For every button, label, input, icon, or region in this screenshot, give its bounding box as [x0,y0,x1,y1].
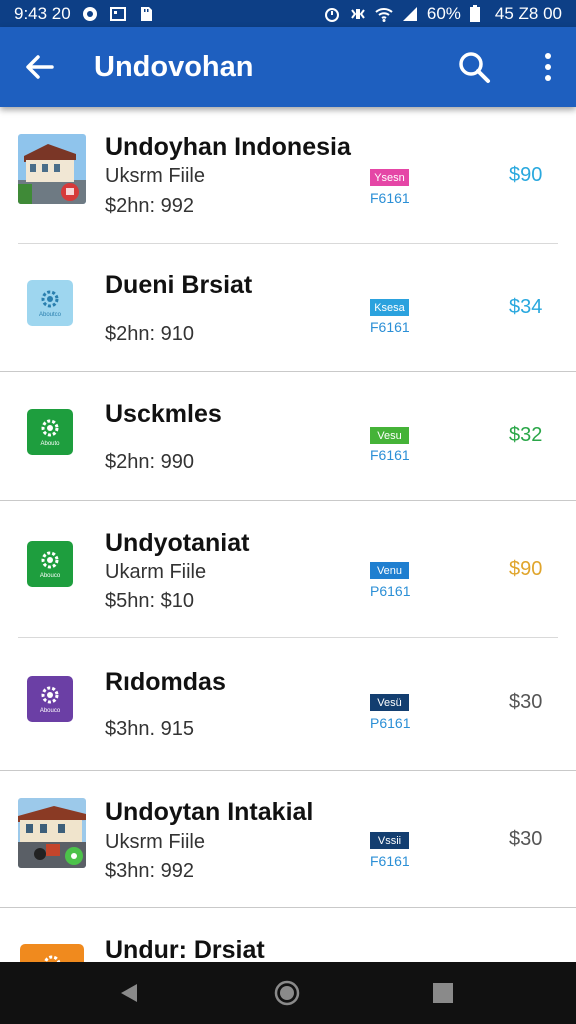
page-title: Undovohan [94,50,254,83]
gear-icon [43,955,61,962]
status-time: 9:43 20 [14,3,71,23]
item-price-line: $5hn: $10 [105,590,194,612]
vibrate-icon [349,5,367,23]
more-vert-icon [545,53,551,81]
item-amount: $30 [509,828,543,850]
item-price-line: $3hn: 992 [105,860,194,882]
back-arrow-icon [26,55,54,79]
status-badge: Vesü [370,694,409,711]
item-title: Usckmles [105,400,222,428]
search-button[interactable] [448,41,500,93]
cell-signal-icon [401,5,419,23]
app-icon: Abouco [27,676,73,722]
item-amount: $30 [509,691,543,713]
battery-percent: 60% [426,3,461,23]
app-icon: Aboutco [27,280,73,326]
item-price-line: $2hn: 990 [105,451,194,473]
triangle-back-icon [121,984,137,1002]
gear-icon [41,290,59,308]
list-item[interactable]: Abouco Rıdomdas $3hn. 915 Vesü P6161 $30 [0,638,576,771]
app-icon: Abouto [27,409,73,455]
image-notification-icon [109,5,127,23]
back-button[interactable] [0,27,80,107]
item-code: P6161 [370,583,411,599]
list-item[interactable]: Aboutco Dueni Brsiat $2hn: 910 Ksesa F61… [0,244,576,372]
battery-icon [469,4,487,23]
results-list: Undoyhan Indonesia Uksrm Fiile $2hn: 992… [0,107,576,962]
home-circle-icon [274,980,300,1006]
item-title: Undur: Drsiat [105,936,265,962]
list-item[interactable]: Undoyhan Indonesia Uksrm Fiile $2hn: 992… [0,107,576,244]
gear-icon [41,686,59,704]
item-subtitle: Uksrm Fiile [105,165,205,187]
item-price-line: $2hn: 910 [105,323,194,345]
hotel-thumbnail [18,134,86,204]
list-item[interactable]: Abouco Undyotaniat Ukarm Fiile $5hn: $10… [0,501,576,638]
item-price-line: $2hn: 992 [105,195,194,217]
wifi-icon [375,5,393,23]
street-thumbnail [18,798,86,868]
list-item[interactable]: Undoytan Intakial Uksrm Fiile $3hn: 992 … [0,771,576,908]
item-amount: $32 [509,424,543,446]
nav-home-button[interactable] [268,974,306,1012]
item-amount: $90 [509,164,543,186]
notification-circle-icon [81,5,99,23]
sd-card-icon [137,5,155,23]
status-badge: Ksesa [370,299,409,316]
item-title: Undoytan Intakial [105,798,314,826]
item-subtitle: Uksrm Fiile [105,831,205,853]
status-badge: Venu [370,562,409,579]
item-subtitle: Ukarm Fiile [105,561,207,583]
system-nav-bar [0,962,576,1024]
list-item[interactable]: Undur: Drsiat [0,908,576,962]
nav-back-button[interactable] [110,974,148,1012]
app-icon [20,944,84,962]
item-code: F6161 [370,853,410,869]
item-code: P6161 [370,715,411,731]
gear-icon [41,419,59,437]
item-code: F6161 [370,447,410,463]
search-icon [459,52,490,83]
item-title: Undoyhan Indonesia [105,133,351,161]
item-title: Dueni Brsiat [105,271,253,299]
status-badge: Ysesn [370,169,409,186]
alarm-icon [323,5,341,23]
item-code: F6161 [370,190,410,206]
square-recents-icon [433,983,453,1003]
status-badge: Vssii [370,832,409,849]
status-bar: 9:43 20 60% 45 Z8 00 [0,0,576,27]
status-badge: Vesu [370,427,409,444]
list-item[interactable]: Abouto Usckmles $2hn: 990 Vesu F6161 $32 [0,372,576,501]
status-clock-right: 45 Z8 00 [494,3,562,23]
nav-recents-button[interactable] [424,974,462,1012]
more-options-button[interactable] [522,41,574,93]
item-title: Undyotaniat [105,529,250,557]
item-code: F6161 [370,319,410,335]
item-amount: $34 [509,296,543,318]
app-icon: Abouco [27,541,73,587]
app-bar: Undovohan [0,27,576,107]
item-price-line: $3hn. 915 [105,718,194,740]
gear-icon [41,551,59,569]
item-amount: $90 [509,558,543,580]
item-title: Rıdomdas [105,668,226,696]
